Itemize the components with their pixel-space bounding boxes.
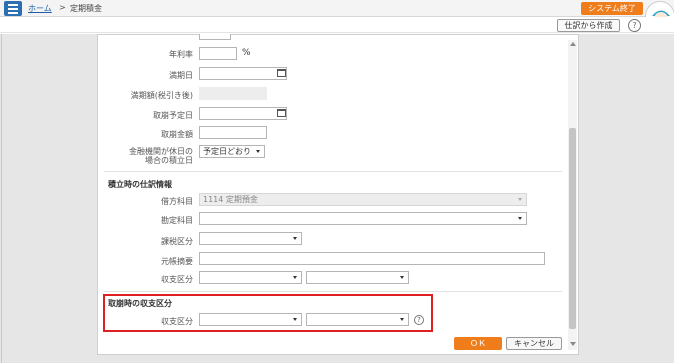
- contra-account-select[interactable]: [199, 212, 527, 225]
- withdrawal-income-expense-select-1[interactable]: [199, 313, 302, 326]
- maturity-amount-field: [199, 87, 267, 100]
- create-from-journal-button[interactable]: 仕訳から作成: [557, 19, 620, 32]
- debit-account-select: 1114 定期預金: [199, 193, 527, 206]
- holiday-rule-value: 予定日どおり: [203, 147, 251, 156]
- withdrawal-section-title: 取崩時の収支区分: [108, 299, 172, 308]
- planned-withdrawal-date-input[interactable]: [199, 107, 287, 120]
- chevron-down-icon: [518, 217, 522, 220]
- hamburger-menu-icon[interactable]: [4, 1, 22, 16]
- annual-rate-label: 年利率: [169, 50, 193, 59]
- holiday-rule-label-line2: 場合の積立日: [145, 156, 193, 165]
- debit-account-value: 1114 定期預金: [203, 195, 258, 204]
- income-expense-select-1[interactable]: [199, 271, 302, 284]
- cancel-button[interactable]: キャンセル: [506, 337, 562, 350]
- section-divider: [104, 291, 562, 292]
- breadcrumb-separator: >: [59, 3, 66, 12]
- chevron-down-icon: [256, 150, 260, 153]
- system-end-button[interactable]: システム終了: [581, 2, 643, 15]
- ledger-memo-label: 元帳摘要: [161, 257, 193, 266]
- withdrawal-amount-input[interactable]: [199, 126, 267, 139]
- chevron-down-icon: [400, 318, 404, 321]
- chevron-down-icon: [400, 276, 404, 279]
- scrolled-partial-input[interactable]: [199, 34, 231, 40]
- withdrawal-amount-label: 取崩金額: [161, 130, 193, 139]
- withdrawal-income-expense-label: 収支区分: [161, 317, 193, 326]
- scrollbar-thumb[interactable]: [569, 128, 576, 329]
- annual-rate-unit: %: [242, 48, 251, 58]
- calendar-icon[interactable]: [277, 69, 286, 77]
- breadcrumb-home-link[interactable]: ホーム: [28, 3, 52, 14]
- chevron-down-icon: [293, 237, 297, 240]
- debit-account-label: 借方科目: [161, 197, 193, 206]
- help-icon[interactable]: ?: [414, 315, 424, 325]
- chevron-down-icon: [293, 318, 297, 321]
- ledger-memo-input[interactable]: [199, 252, 545, 265]
- chevron-down-icon: [518, 198, 522, 201]
- calendar-icon[interactable]: [277, 109, 286, 117]
- breadcrumb-current-page: 定期積金: [70, 4, 102, 13]
- maturity-date-label: 満期日: [169, 71, 193, 80]
- withdrawal-income-expense-select-2[interactable]: [306, 313, 409, 326]
- scroll-up-icon[interactable]: [570, 42, 576, 46]
- planned-withdrawal-date-label: 取崩予定日: [153, 111, 193, 120]
- tax-category-label: 課税区分: [161, 237, 193, 246]
- contra-account-label: 勘定科目: [161, 216, 193, 225]
- holiday-rule-select[interactable]: 予定日どおり: [199, 145, 265, 158]
- tax-category-select[interactable]: [199, 232, 302, 245]
- annual-rate-input[interactable]: [199, 47, 237, 60]
- journal-section-title: 積立時の仕訳情報: [108, 180, 172, 189]
- income-expense-label: 収支区分: [161, 275, 193, 284]
- scroll-down-icon[interactable]: [570, 342, 576, 346]
- chevron-down-icon: [293, 276, 297, 279]
- ok-button[interactable]: ＯＫ: [454, 337, 502, 350]
- maturity-date-input[interactable]: [199, 67, 287, 80]
- maturity-amount-label: 満期額(税引き後): [130, 91, 193, 100]
- sub-toolbar: 仕訳から作成 ?: [0, 17, 674, 33]
- section-divider: [104, 171, 562, 172]
- top-bar: ホーム > 定期積金 システム終了: [0, 0, 674, 31]
- income-expense-select-2[interactable]: [306, 271, 409, 284]
- help-icon[interactable]: ?: [628, 19, 641, 32]
